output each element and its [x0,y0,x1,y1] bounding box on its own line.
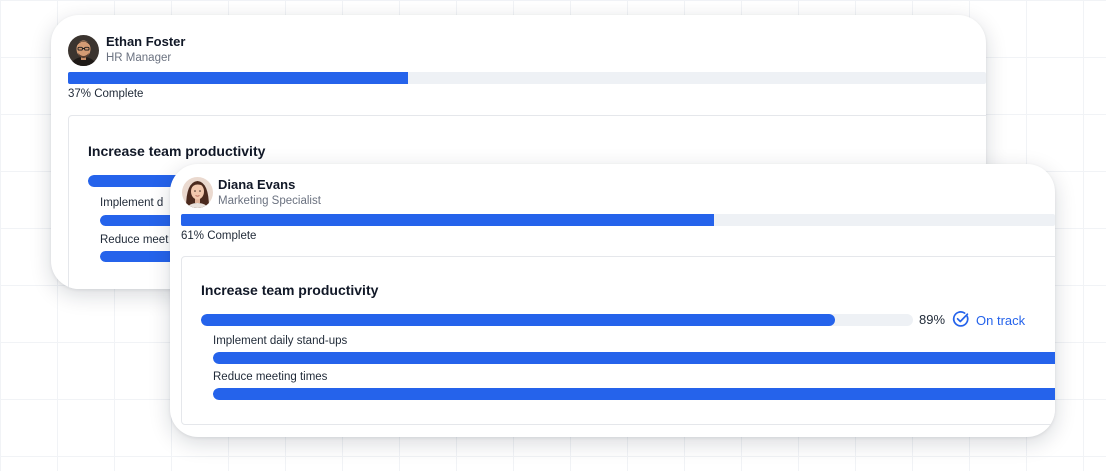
overall-progress-bar [181,214,1055,226]
user-role: Marketing Specialist [218,195,321,207]
goal-progress-fill [201,314,835,326]
status-badge: On track [952,310,1025,331]
goal-section: Increase team productivity 89% On track … [181,256,1055,425]
check-circle-icon [952,310,970,331]
task-progress-bar [213,352,1055,364]
task-label: Implement d [100,197,164,209]
task-label: Reduce meet [100,234,169,246]
goal-title: Increase team productivity [88,143,266,159]
avatar[interactable] [68,35,99,66]
goal-percent: 89% [919,312,946,327]
status-label: On track [976,313,1026,328]
task-progress-bar [213,388,1055,400]
overall-progress-fill [68,72,408,84]
goal-title: Increase team productivity [201,282,379,298]
completion-label: 37% Complete [68,88,144,100]
avatar[interactable] [182,177,213,208]
avatar-photo-woman [182,177,213,208]
overall-progress-fill [181,214,715,226]
task-progress-fill [213,352,1055,364]
user-role: HR Manager [106,52,172,64]
task-label: Implement daily stand-ups [213,335,348,347]
task-label: Reduce meeting times [213,371,328,383]
task-progress-fill [213,388,1055,400]
user-name: Ethan Foster [106,34,186,49]
goal-progress-bar [201,314,913,326]
completion-label: 61% Complete [181,230,257,242]
overall-progress-bar [68,72,986,84]
employee-card-diana-evans: Diana Evans Marketing Specialist 61% Com… [170,164,1055,437]
user-name: Diana Evans [218,177,296,192]
avatar-photo-man [68,35,99,66]
